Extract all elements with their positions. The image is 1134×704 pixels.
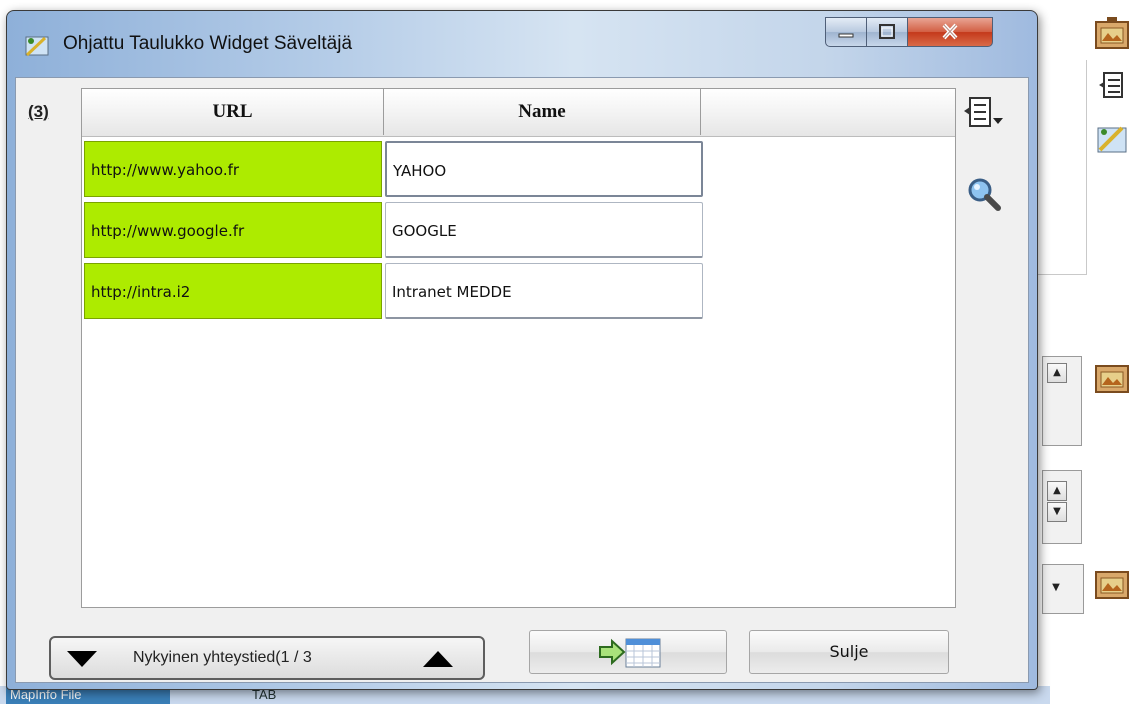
- record-count: (3): [28, 102, 49, 121]
- map-frame-icon[interactable]: [1094, 566, 1130, 600]
- data-grid[interactable]: URL Name http://www.yahoo.fr YAHOO http:…: [81, 88, 956, 608]
- map-frame-icon[interactable]: [1094, 16, 1130, 50]
- column-header-name[interactable]: Name: [384, 89, 701, 135]
- title-bar[interactable]: Ohjattu Taulukko Widget Säveltäjä: [7, 11, 1037, 77]
- triangle-down-icon[interactable]: [65, 648, 99, 670]
- record-position: Nykyinen yhteystied(1 / 3: [133, 649, 312, 666]
- arrow-calendar-icon: [599, 638, 661, 668]
- magnifier-icon[interactable]: [966, 176, 1002, 212]
- background-spinner[interactable]: ▲ ▼: [1042, 470, 1082, 544]
- minimize-button[interactable]: [825, 17, 867, 47]
- name-cell[interactable]: GOOGLE: [385, 202, 703, 258]
- next-page-button[interactable]: [529, 630, 727, 674]
- url-cell[interactable]: http://www.google.fr: [84, 202, 382, 258]
- maximize-icon: [879, 24, 895, 39]
- close-window-button[interactable]: [907, 17, 993, 47]
- spin-down-icon[interactable]: ▼: [1047, 502, 1067, 522]
- window-title: Ohjattu Taulukko Widget Säveltäjä: [63, 33, 353, 54]
- minimize-icon: [838, 33, 854, 38]
- wizard-icon[interactable]: [1094, 122, 1130, 156]
- close-button[interactable]: Sulje: [749, 630, 949, 674]
- url-cell[interactable]: http://intra.i2: [84, 263, 382, 319]
- columns-menu-icon[interactable]: [960, 92, 1010, 134]
- maximize-button[interactable]: [866, 17, 908, 47]
- column-header-url[interactable]: URL: [82, 89, 384, 135]
- columns-menu-icon[interactable]: [1098, 70, 1134, 102]
- record-navigator: Nykyinen yhteystied(1 / 3: [49, 636, 485, 680]
- map-frame-icon[interactable]: [1094, 360, 1130, 394]
- scroll-up-icon[interactable]: ▲: [1047, 363, 1067, 383]
- close-icon: [942, 23, 958, 40]
- wizard-dialog: Ohjattu Taulukko Widget Säveltäjä (3) UR…: [6, 10, 1038, 690]
- background-panel: [1034, 60, 1087, 275]
- dialog-content: (3) URL Name http://www.yahoo.fr YAHOO h…: [15, 77, 1029, 683]
- name-cell[interactable]: YAHOO: [385, 141, 703, 197]
- background-dropdown[interactable]: ▼: [1042, 564, 1084, 614]
- grid-header: URL Name: [82, 89, 955, 137]
- dropdown-chevron-icon[interactable]: ▼: [1047, 579, 1065, 597]
- url-cell[interactable]: http://www.yahoo.fr: [84, 141, 382, 197]
- background-scrollbar[interactable]: ▲: [1042, 356, 1082, 446]
- wizard-app-icon: [25, 36, 49, 57]
- name-cell[interactable]: Intranet MEDDE: [385, 263, 703, 319]
- triangle-up-icon[interactable]: [421, 648, 455, 670]
- spin-up-icon[interactable]: ▲: [1047, 481, 1067, 501]
